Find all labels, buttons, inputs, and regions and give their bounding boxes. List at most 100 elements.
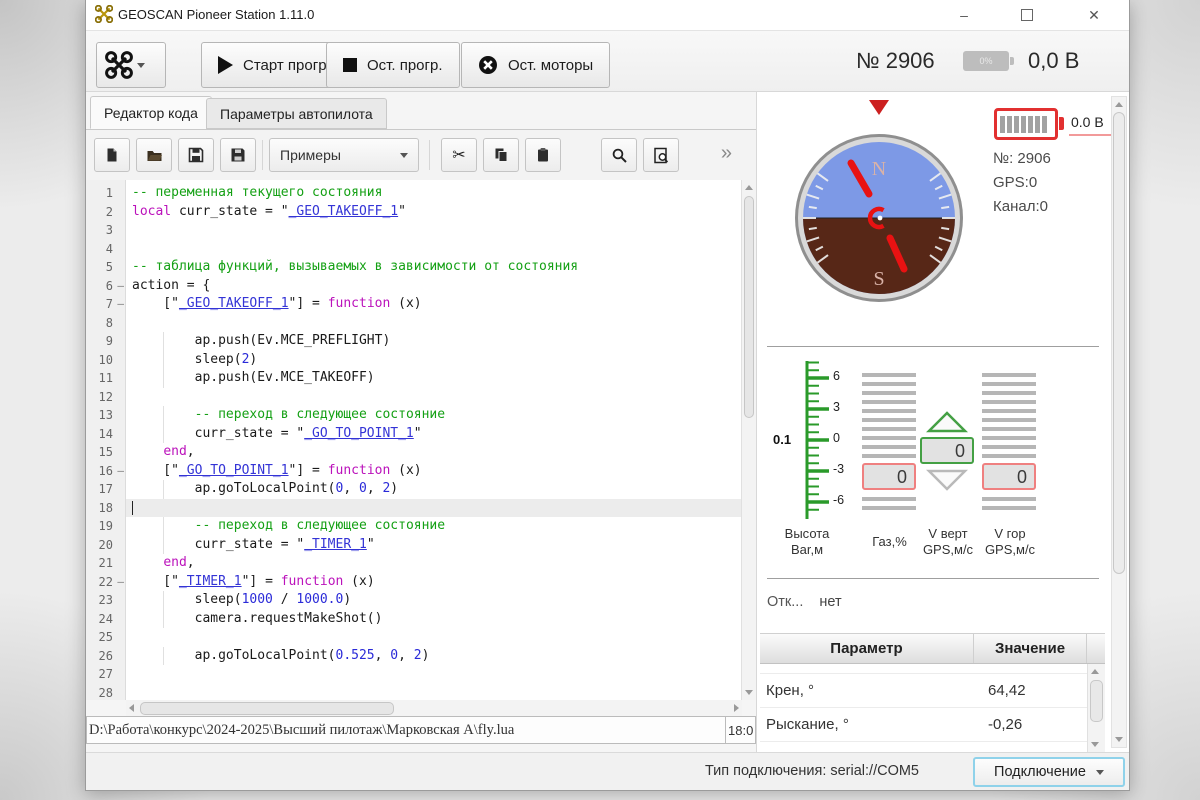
code-line[interactable] — [126, 240, 756, 259]
close-button[interactable]: ✕ — [1071, 0, 1117, 30]
stop-motors-label: Ост. моторы — [508, 57, 593, 74]
scroll-up-icon[interactable] — [1115, 102, 1123, 107]
code-line[interactable]: curr_state = "_GO_TO_POINT_1" — [126, 425, 756, 444]
chevron-down-icon — [137, 63, 145, 68]
code-line[interactable] — [126, 684, 756, 701]
code-line[interactable]: -- таблица функций, вызываемых в зависим… — [126, 258, 756, 277]
scissors-icon: ✂ — [452, 145, 465, 165]
examples-label: Примеры — [280, 147, 341, 163]
search-icon — [611, 147, 628, 164]
v-vert-gauge: 0 — [920, 410, 974, 492]
stop-icon — [343, 58, 357, 72]
scrollbar-thumb[interactable] — [1113, 112, 1125, 574]
save-button[interactable] — [178, 138, 214, 172]
tab-autopilot-params[interactable]: Параметры автопилота — [206, 98, 387, 129]
cut-button[interactable]: ✂ — [441, 138, 477, 172]
scroll-down-icon[interactable] — [745, 690, 753, 695]
editor-status-bar: D:\Работа\конкурс\2024-2025\Высший пилот… — [86, 716, 756, 744]
connection-button[interactable]: Подключение — [973, 757, 1125, 787]
toolbar-separator — [262, 140, 263, 170]
code-line[interactable]: ["_GEO_TAKEOFF_1"] = function (x) — [126, 295, 756, 314]
arrow-down-icon — [926, 468, 968, 492]
code-line[interactable]: end, — [126, 554, 756, 573]
scrollbar-thumb[interactable] — [744, 196, 754, 418]
table-row[interactable]: Рыскание, °-0,26 — [760, 708, 1087, 742]
column-header-value: Значение — [974, 634, 1087, 663]
code-line[interactable] — [126, 628, 756, 647]
stop-motors-button[interactable]: Ост. моторы — [461, 42, 610, 88]
table-body: Тангаж, °3,75Крен, °64,42Рыскание, °-0,2… — [760, 664, 1087, 752]
table-header: Параметр Значение — [760, 634, 1105, 664]
code-line[interactable] — [126, 221, 756, 240]
editor-horizontal-scrollbar[interactable] — [126, 700, 742, 716]
code-line[interactable]: sleep(1000 / 1000.0) — [126, 591, 756, 610]
code-line[interactable]: local curr_state = "_GEO_TAKEOFF_1" — [126, 203, 756, 222]
examples-dropdown[interactable]: Примеры — [269, 138, 419, 172]
scrollbar-thumb[interactable] — [140, 702, 394, 715]
new-file-button[interactable] — [94, 138, 130, 172]
table-row[interactable]: Крен, °64,42 — [760, 674, 1087, 708]
stop-program-button[interactable]: Ост. прогр. — [326, 42, 460, 88]
code-line[interactable]: sleep(2) — [126, 351, 756, 370]
code-line[interactable] — [126, 499, 756, 518]
editor-vertical-scrollbar[interactable] — [741, 180, 756, 700]
v-hor-label: V горGPS,м/с — [979, 526, 1041, 558]
scroll-left-icon[interactable] — [129, 704, 134, 712]
code-line[interactable]: -- переход в следующее состояние — [126, 406, 756, 425]
maximize-button[interactable] — [1004, 0, 1050, 30]
code-line[interactable]: camera.requestMakeShot() — [126, 610, 756, 629]
connection-type: Тип подключения: serial://COM5 — [705, 763, 919, 779]
battery-icon: 0% — [963, 51, 1009, 71]
code-line[interactable]: ["_TIMER_1"] = function (x) — [126, 573, 756, 592]
save-all-button[interactable] — [220, 138, 256, 172]
scroll-up-icon[interactable] — [1091, 669, 1099, 674]
open-file-button[interactable] — [136, 138, 172, 172]
scroll-down-icon[interactable] — [1091, 742, 1099, 747]
chevron-down-icon — [1096, 770, 1104, 775]
new-file-icon — [104, 147, 120, 163]
v-hor-value: 0 — [982, 463, 1036, 490]
scrollbar-thumb[interactable] — [1090, 680, 1103, 722]
code-line[interactable]: ap.goToLocalPoint(0, 0, 2) — [126, 480, 756, 499]
search-button[interactable] — [601, 138, 637, 172]
window-title: GEOSCAN Pioneer Station 1.11.0 — [118, 7, 314, 22]
drone-menu-button[interactable] — [96, 42, 166, 88]
code-line[interactable]: curr_state = "_TIMER_1" — [126, 536, 756, 555]
code-editor[interactable]: 123456–7–8910111213141516–171819202122–2… — [86, 180, 756, 700]
app-logo-icon — [95, 5, 113, 23]
battery-voltage: 0,0 В — [1028, 48, 1079, 74]
code-line[interactable]: end, — [126, 443, 756, 462]
toolbar-separator — [429, 140, 430, 170]
minimize-button[interactable]: – — [941, 0, 987, 30]
editor-toolbar: Примеры ✂ — [86, 130, 756, 180]
code-line[interactable]: -- переменная текущего состояния — [126, 184, 756, 203]
scroll-right-icon[interactable] — [734, 704, 739, 712]
play-icon — [218, 56, 233, 74]
editor-pane: Редактор кода Параметры автопилота — [86, 92, 756, 752]
table-scrollbar[interactable] — [1087, 664, 1105, 752]
scroll-down-icon[interactable] — [1115, 737, 1123, 742]
code-line[interactable]: -- переход в следующее состояние — [126, 517, 756, 536]
code-line[interactable] — [126, 388, 756, 407]
code-line[interactable] — [126, 314, 756, 333]
code-line[interactable]: ap.push(Ev.MCE_TAKEOFF) — [126, 369, 756, 388]
code-line[interactable]: ap.goToLocalPoint(0.525, 0, 2) — [126, 647, 756, 666]
scroll-up-icon[interactable] — [745, 185, 753, 190]
separator — [767, 346, 1099, 347]
cursor-position: 18:0 — [725, 717, 755, 743]
code-text-area[interactable]: -- переменная текущего состоянияlocal cu… — [126, 180, 756, 700]
tab-code-editor[interactable]: Редактор кода — [90, 96, 212, 129]
throttle-value: 0 — [862, 463, 916, 490]
table-row[interactable]: Тангаж, °3,75 — [760, 664, 1087, 674]
code-line[interactable]: action = { — [126, 277, 756, 296]
battery-indicator-icon — [994, 108, 1058, 140]
copy-button[interactable] — [483, 138, 519, 172]
code-line[interactable]: ap.push(Ev.MCE_PREFLIGHT) — [126, 332, 756, 351]
panel-scrollbar[interactable] — [1111, 96, 1127, 748]
telemetry-panel: N S 0.0 В №: 2906 GPS:0 Канал:0 630-3-6 … — [756, 92, 1129, 752]
search-replace-button[interactable] — [643, 138, 679, 172]
paste-button[interactable] — [525, 138, 561, 172]
code-line[interactable]: ["_GO_TO_POINT_1"] = function (x) — [126, 462, 756, 481]
toolbar-overflow-button[interactable]: » — [721, 142, 730, 165]
code-line[interactable] — [126, 665, 756, 684]
